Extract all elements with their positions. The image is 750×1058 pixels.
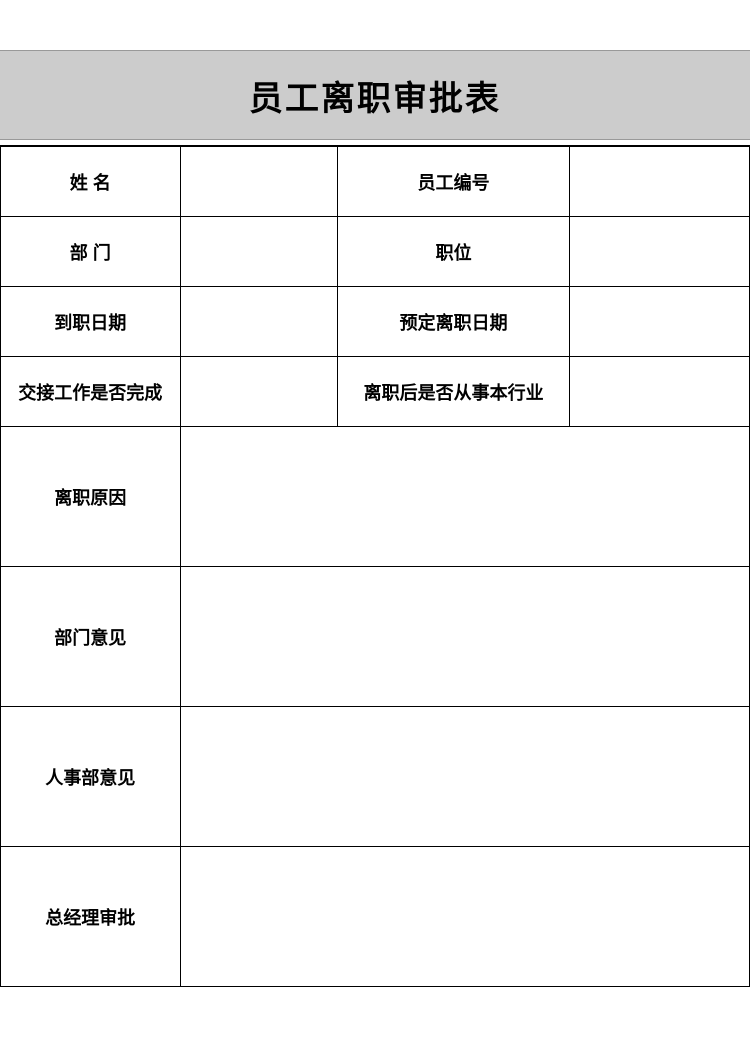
value-hr-opinion xyxy=(180,707,749,847)
label-hr-opinion: 人事部意见 xyxy=(1,707,181,847)
form-title: 员工离职审批表 xyxy=(249,71,501,120)
label-gm-approval: 总经理审批 xyxy=(1,847,181,987)
value-employee-id xyxy=(570,147,750,217)
label-handover-complete: 交接工作是否完成 xyxy=(1,357,181,427)
value-handover-complete xyxy=(180,357,337,427)
value-dept-opinion xyxy=(180,567,749,707)
label-dept-opinion: 部门意见 xyxy=(1,567,181,707)
label-same-industry: 离职后是否从事本行业 xyxy=(338,357,570,427)
value-start-date xyxy=(180,287,337,357)
value-reason xyxy=(180,427,749,567)
label-position: 职位 xyxy=(338,217,570,287)
value-name xyxy=(180,147,337,217)
value-same-industry xyxy=(570,357,750,427)
row-hr-opinion: 人事部意见 xyxy=(1,707,750,847)
row-name: 姓 名 员工编号 xyxy=(1,147,750,217)
row-dept-opinion: 部门意见 xyxy=(1,567,750,707)
value-leave-date xyxy=(570,287,750,357)
value-gm-approval xyxy=(180,847,749,987)
label-reason: 离职原因 xyxy=(1,427,181,567)
label-department: 部 门 xyxy=(1,217,181,287)
top-spacer xyxy=(0,0,750,50)
row-reason: 离职原因 xyxy=(1,427,750,567)
approval-form-table: 姓 名 员工编号 部 门 职位 到职日期 预定离职日期 交接工作是否完成 离职后… xyxy=(0,146,750,987)
row-department: 部 门 职位 xyxy=(1,217,750,287)
row-gm-approval: 总经理审批 xyxy=(1,847,750,987)
label-leave-date: 预定离职日期 xyxy=(338,287,570,357)
title-bar: 员工离职审批表 xyxy=(0,50,750,140)
row-dates: 到职日期 预定离职日期 xyxy=(1,287,750,357)
label-employee-id: 员工编号 xyxy=(338,147,570,217)
value-department xyxy=(180,217,337,287)
value-position xyxy=(570,217,750,287)
label-start-date: 到职日期 xyxy=(1,287,181,357)
row-handover: 交接工作是否完成 离职后是否从事本行业 xyxy=(1,357,750,427)
label-name: 姓 名 xyxy=(1,147,181,217)
